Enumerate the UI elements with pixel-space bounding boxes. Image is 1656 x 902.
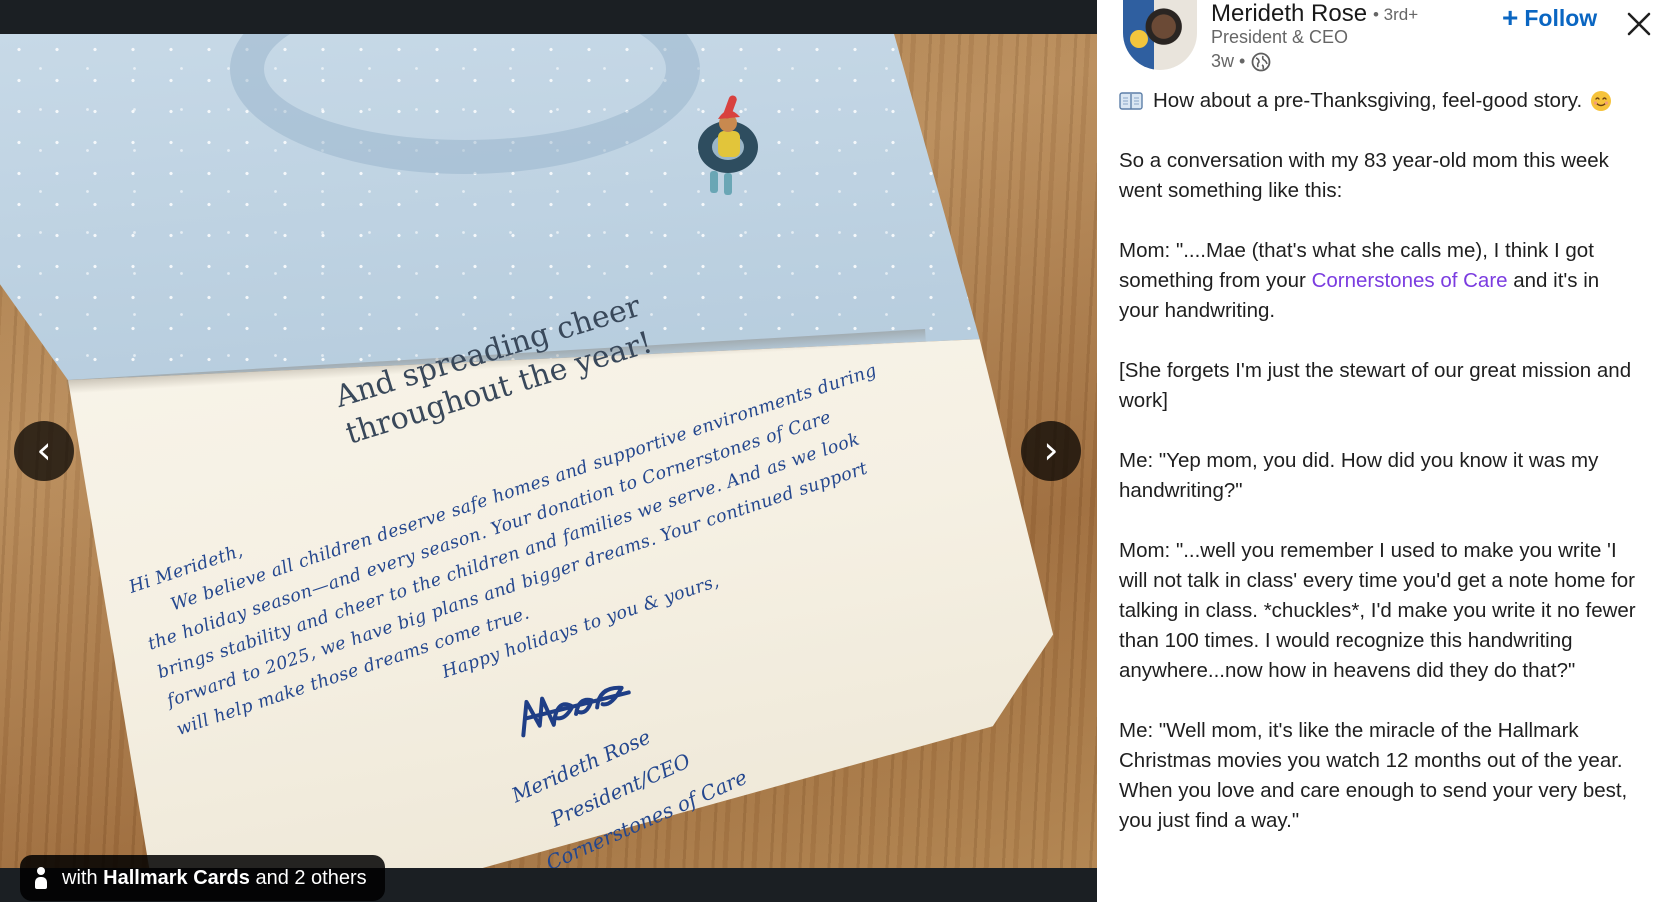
tag-company: Hallmark Cards	[103, 866, 250, 889]
post-intro: How about a pre-Thanksgiving, feel-good …	[1119, 86, 1639, 116]
person-icon	[34, 867, 48, 889]
next-image-button[interactable]: ›	[1021, 421, 1081, 481]
globe-icon	[1251, 52, 1271, 71]
author-title: President & CEO	[1211, 27, 1349, 47]
snow-tuber-illustration	[698, 95, 758, 195]
org-logo-icon	[1130, 30, 1148, 48]
post-photo: And spreading cheer throughout the year!…	[0, 34, 1097, 868]
previous-image-button[interactable]: ‹	[14, 421, 74, 481]
media-viewer: And spreading cheer throughout the year!…	[0, 0, 1097, 902]
post-time: 3w •	[1211, 51, 1246, 71]
author-name[interactable]: Merideth Rose	[1211, 0, 1367, 28]
plus-icon: +	[1502, 2, 1519, 33]
post-paragraph: [She forgets I'm just the stewart of our…	[1119, 359, 1632, 412]
post-text: How about a pre-Thanksgiving, feel-good …	[1119, 86, 1639, 866]
open-book-icon	[1119, 92, 1143, 110]
intro-text: How about a pre-Thanksgiving, feel-good …	[1153, 89, 1583, 112]
card-swirl-decoration	[230, 34, 700, 174]
smiling-face-icon	[1591, 91, 1612, 111]
follow-label: Follow	[1524, 4, 1598, 31]
author-avatar[interactable]	[1123, 0, 1197, 70]
post-panel: Merideth Rose • 3rd+ President & CEO 3w …	[1097, 0, 1656, 902]
post-paragraph: So a conversation with my 83 year-old mo…	[1119, 149, 1609, 202]
company-mention-link[interactable]: Cornerstones of Care	[1312, 269, 1508, 292]
post-meta: 3w •	[1211, 51, 1271, 72]
post-paragraph: Me: "Yep mom, you did. How did you know …	[1119, 449, 1599, 502]
tag-suffix: and 2 others	[255, 866, 367, 889]
post-paragraph: Me: "Well mom, it's like the miracle of …	[1119, 719, 1628, 832]
connection-degree: • 3rd+	[1373, 5, 1419, 24]
tagged-people-button[interactable]: with Hallmark Cards and 2 others	[20, 855, 385, 901]
follow-button[interactable]: + Follow	[1502, 4, 1597, 32]
close-icon[interactable]	[1625, 10, 1653, 38]
post-paragraph: Mom: "...well you remember I used to mak…	[1119, 539, 1636, 682]
post-paragraph: Mom: "....Mae (that's what she calls me)…	[1119, 239, 1600, 322]
tag-prefix: with	[62, 866, 98, 889]
